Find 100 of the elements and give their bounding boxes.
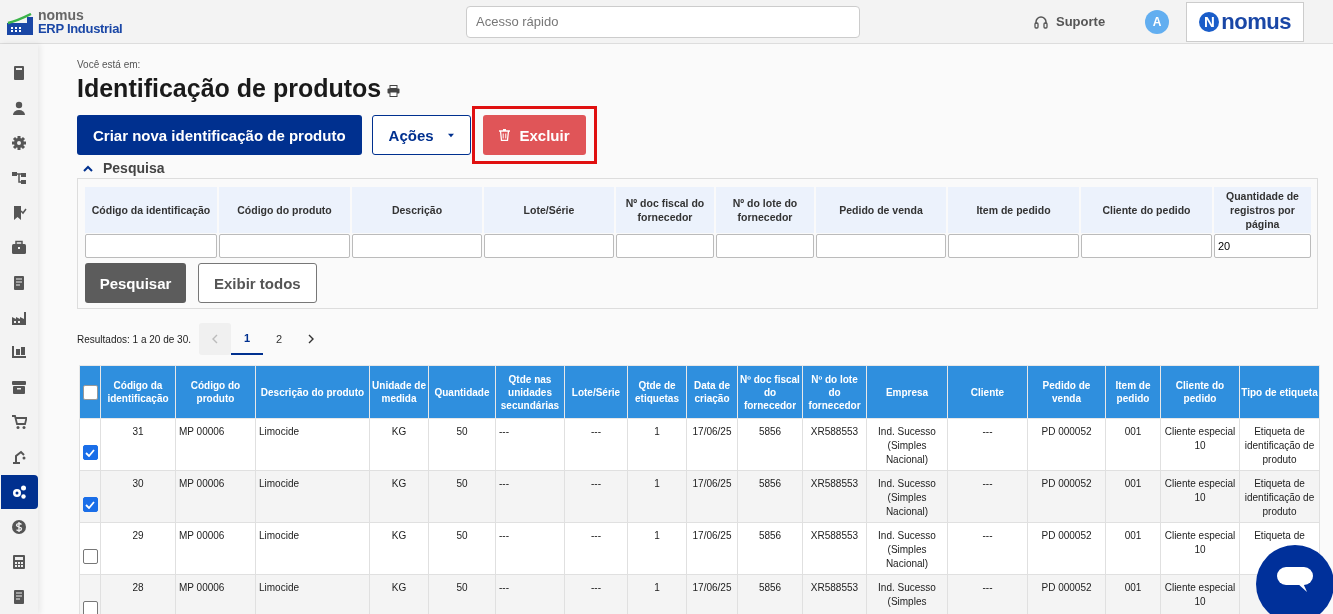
show-all-button[interactable]: Exibir todos (198, 263, 317, 303)
table-cell: PD 000052 (1027, 522, 1106, 575)
table-cell: 1 (627, 522, 687, 575)
archive-box-icon (11, 379, 27, 396)
table-cell: --- (495, 418, 565, 471)
filter-label: Código do produto (219, 187, 350, 233)
table-cell: Cliente especial 10 (1160, 522, 1240, 575)
table-cell: --- (947, 574, 1028, 614)
row-checkbox[interactable] (82, 601, 98, 614)
brand-name: nomus (38, 8, 85, 22)
filter-label: Item de pedido (948, 187, 1079, 233)
caret-icon (447, 132, 454, 138)
column-header: Quantidade (428, 365, 496, 419)
print-icon[interactable] (387, 85, 401, 97)
table-cell: --- (495, 522, 565, 575)
table-cell: Limocide (255, 522, 370, 575)
company-logo: N nomus (1186, 1, 1305, 42)
create-button[interactable]: Criar nova identificação de produto (77, 115, 362, 155)
filter-field[interactable] (484, 234, 614, 258)
filter-field[interactable] (716, 234, 814, 258)
settings-icon (11, 135, 27, 152)
table-cell: MP 00006 (175, 522, 256, 575)
table-cell: 17/06/25 (686, 522, 738, 575)
table-cell: --- (947, 418, 1028, 471)
table-cell: MP 00006 (175, 574, 256, 614)
column-header: Cliente (947, 365, 1028, 419)
column-header: Data de criação (686, 365, 738, 419)
table-cell: 5856 (737, 574, 803, 614)
bookmark-check-icon (11, 204, 27, 221)
table-cell: 17/06/25 (686, 470, 738, 523)
table-cell: 29 (100, 522, 176, 575)
row-checkbox[interactable] (82, 497, 98, 512)
table-cell: Etiqueta de identificação de produto (1239, 418, 1320, 471)
gears-icon (11, 483, 27, 500)
table-cell: 28 (100, 574, 176, 614)
headset-icon (1034, 14, 1048, 29)
table-cell: 50 (428, 418, 496, 471)
table-cell: --- (564, 574, 628, 614)
book-icon (11, 65, 27, 82)
filter-label: Nº doc fiscal do fornecedor (616, 187, 714, 233)
page-link[interactable]: 2 (263, 323, 295, 355)
filter-field[interactable] (85, 234, 217, 258)
filter-label: Lote/Série (484, 187, 614, 233)
table-cell: --- (495, 574, 565, 614)
table-cell: Ind. Sucesso (Simples (866, 574, 948, 614)
column-header: Código do produto (175, 365, 256, 419)
filter-field[interactable] (616, 234, 714, 258)
dollar-icon (11, 518, 27, 535)
filter-field[interactable] (816, 234, 946, 258)
table-cell: XR588553 (802, 470, 867, 523)
table-cell: PD 000052 (1027, 574, 1106, 614)
table-cell: 1 (627, 470, 687, 523)
table-cell: 5856 (737, 522, 803, 575)
table-cell: 1 (627, 574, 687, 614)
filter-field[interactable] (948, 234, 1079, 258)
results-summary: Resultados: 1 a 20 de 30. (77, 333, 191, 345)
actions-dropdown[interactable]: Ações (371, 115, 471, 155)
breadcrumb-label: Você está em: (77, 59, 142, 70)
column-header: Qtde de etiquetas (627, 365, 687, 419)
search-button[interactable]: Pesquisar (85, 263, 186, 303)
column-header: Cliente do pedido (1160, 365, 1240, 419)
table-cell: XR588553 (802, 574, 867, 614)
filter-field[interactable] (352, 234, 482, 258)
row-checkbox[interactable] (82, 549, 98, 564)
table-cell: 5856 (737, 418, 803, 471)
quick-access-field[interactable]: Acesso rápido (466, 5, 860, 38)
table-cell: --- (495, 470, 565, 523)
table-cell: XR588553 (802, 418, 867, 471)
filter-label: Pedido de venda (816, 187, 946, 233)
table-cell: Limocide (255, 574, 370, 614)
filter-label: Descrição (352, 187, 482, 233)
search-section-toggle[interactable]: Pesquisa (77, 160, 165, 176)
table-cell: KG (369, 470, 429, 523)
table-cell: Etiqueta de identificação de produto (1239, 470, 1320, 523)
sidebar-item[interactable] (0, 474, 38, 510)
filter-label: Código da identificação (85, 187, 217, 233)
filter-field[interactable] (219, 234, 350, 258)
delete-button[interactable]: Excluir (482, 115, 586, 155)
row-checkbox[interactable] (82, 445, 98, 460)
column-header: Lote/Série (564, 365, 628, 419)
factory-icon (11, 309, 27, 326)
hierarchy-icon (11, 170, 27, 187)
table-cell: PD 000052 (1027, 470, 1106, 523)
table-cell: Cliente especial 10 (1160, 574, 1240, 614)
chat-bubble-icon (1277, 567, 1313, 593)
table-cell: XR588553 (802, 522, 867, 575)
column-header: Unidade de medida (369, 365, 429, 419)
filter-field[interactable]: 20 (1214, 234, 1311, 258)
briefcase-icon (11, 239, 27, 256)
column-header: Nº doc fiscal do fornecedor (737, 365, 803, 419)
support-link[interactable]: Suporte (1034, 14, 1106, 29)
select-all-checkbox[interactable] (82, 384, 98, 400)
table-cell: 001 (1105, 418, 1161, 471)
page-title: Identificação de produtos (77, 73, 382, 103)
table-cell: 17/06/25 (686, 418, 738, 471)
robot-arm-icon (11, 449, 27, 466)
filter-field[interactable] (1081, 234, 1212, 258)
filter-label: Nº do lote do fornecedor (716, 187, 814, 233)
table-cell: 50 (428, 574, 496, 614)
table-cell: --- (564, 418, 628, 471)
